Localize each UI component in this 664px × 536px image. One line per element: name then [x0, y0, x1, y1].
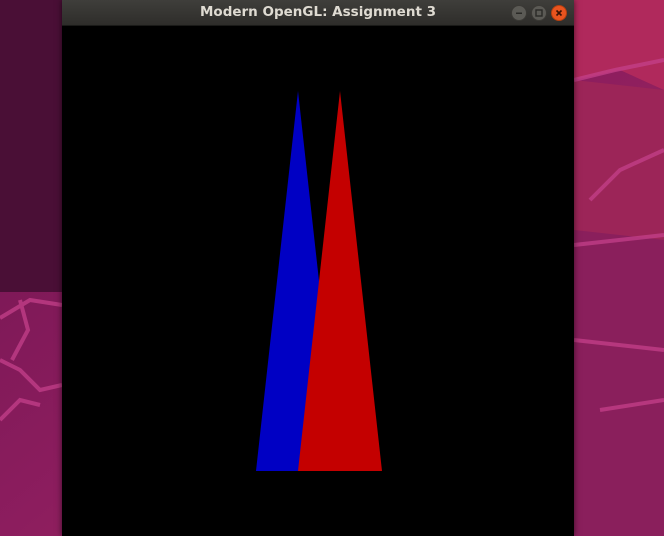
desktop: Modern OpenGL: Assignment 3: [0, 0, 664, 536]
window-title: Modern OpenGL: Assignment 3: [200, 4, 436, 20]
app-window: Modern OpenGL: Assignment 3: [62, 0, 574, 536]
minimize-button[interactable]: [511, 5, 527, 21]
maximize-button[interactable]: [531, 5, 547, 21]
minimize-icon: [516, 12, 522, 14]
opengl-canvas[interactable]: [62, 26, 574, 536]
title-bar[interactable]: Modern OpenGL: Assignment 3: [62, 0, 574, 26]
maximize-icon: [535, 9, 543, 17]
close-icon: [555, 9, 563, 17]
close-button[interactable]: [551, 5, 567, 21]
